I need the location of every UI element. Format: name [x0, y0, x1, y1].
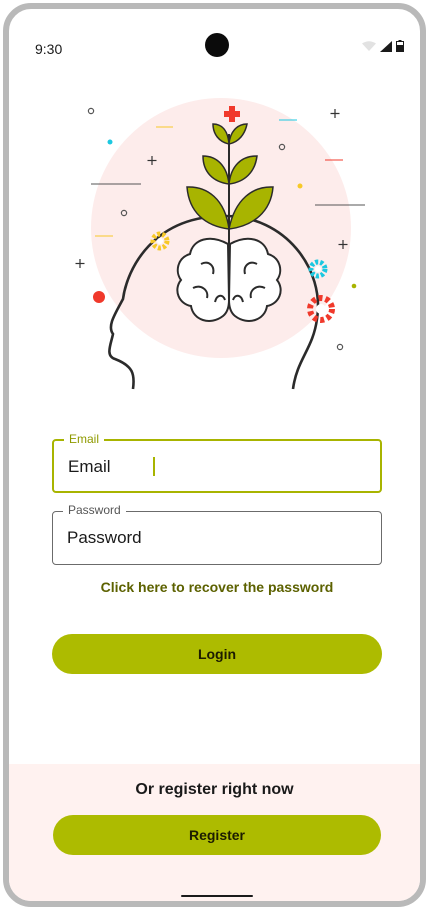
register-button[interactable]: Register	[53, 815, 381, 855]
email-field[interactable]: Email	[52, 432, 382, 493]
home-indicator[interactable]	[181, 895, 253, 897]
front-camera	[205, 33, 229, 57]
password-label: Password	[63, 503, 126, 517]
status-icons	[362, 40, 404, 52]
register-section: Or register right now Register	[9, 764, 420, 901]
password-field[interactable]: Password	[52, 503, 382, 565]
password-input[interactable]	[67, 528, 357, 548]
brain-growth-illustration	[75, 98, 365, 390]
decor-dot-olive	[351, 283, 357, 289]
status-bar: 9:30	[9, 9, 420, 89]
decor-dot-cyan	[107, 139, 113, 145]
email-label: Email	[64, 432, 105, 446]
wifi-icon	[362, 40, 376, 51]
recover-password-link[interactable]: Click here to recover the password	[52, 579, 382, 595]
register-prompt: Or register right now	[135, 781, 294, 798]
text-cursor	[153, 457, 155, 476]
cellular-signal-icon	[380, 40, 392, 52]
decor-dot-yellow	[297, 183, 303, 189]
phone-frame: 9:30 Email Email Password Click here to …	[3, 3, 426, 907]
decor-ring	[336, 343, 344, 351]
login-button[interactable]: Login	[52, 634, 382, 674]
decor-dot-red	[93, 291, 105, 303]
battery-icon	[396, 40, 404, 52]
decor-ring	[87, 107, 95, 115]
status-time: 9:30	[35, 41, 63, 57]
email-input[interactable]	[68, 457, 358, 477]
